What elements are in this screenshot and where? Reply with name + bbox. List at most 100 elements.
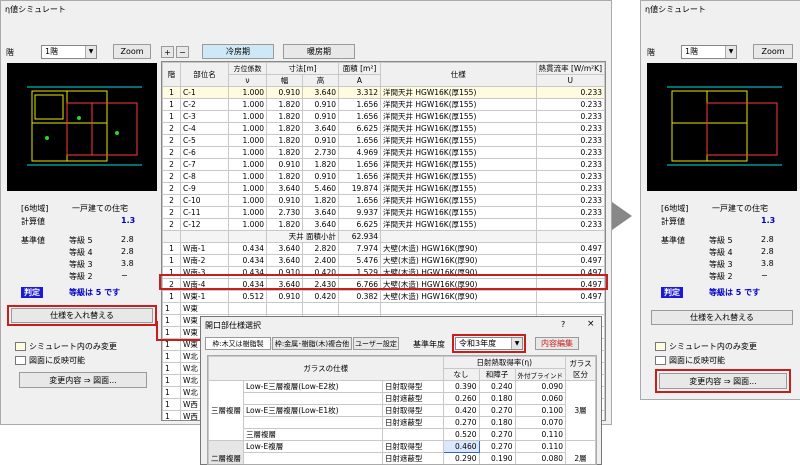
- table-row[interactable]: 2 C-4 1.000 1.820 3.640 6.625 洋間天井 HGW16K(厚155…: [162, 122, 605, 135]
- table-row[interactable]: 1 W東-1 0.512 0.910 0.420 0.382 大壁(木造) HGW16K(厚…: [162, 290, 605, 303]
- solar-value[interactable]: 0.420: [442, 404, 480, 417]
- table-cell: W東: [180, 302, 229, 315]
- right-replace-spec-button[interactable]: 仕様を入れ替える: [651, 310, 793, 325]
- solar-value[interactable]: 0.180: [478, 392, 516, 405]
- tab-wood-resin[interactable]: 枠:木又は樹脂製: [205, 337, 271, 350]
- col-glass: ガラスの仕様: [208, 356, 444, 381]
- close-icon[interactable]: ×: [587, 319, 595, 329]
- glass-row[interactable]: 日射遮蔽型 0.260 0.180 0.060: [209, 392, 596, 405]
- table-cell: 1.000: [228, 182, 267, 195]
- solar-value[interactable]: 0.260: [442, 392, 480, 405]
- table-row[interactable]: 2 C-9 1.000 3.640 5.460 19.874 洋間天井 HGW16K(厚15…: [162, 182, 605, 195]
- col-coef: 方位係数: [228, 62, 267, 75]
- right-window: η値シミュレート 階 1階 ▼ Zoom [6地域] 一戸建ての住宅 計算値 1.…: [640, 0, 800, 400]
- chevron-down-icon[interactable]: ▼: [85, 46, 96, 58]
- table-row[interactable]: 1 C-1 1.000 0.910 3.640 3.312 洋間天井 HGW16K(厚155…: [162, 86, 605, 99]
- glass-table: ガラスの仕様 日射熱取得率(η) ガラス区分 なし 和障子 外付ブラインド 三層…: [207, 355, 597, 465]
- table-cell: 0.910: [302, 170, 339, 183]
- solar-value[interactable]: 0.240: [478, 380, 516, 393]
- glass-row[interactable]: Low-E三層複層(Low-E1枚) 日射取得型 0.420 0.270 0.100: [209, 404, 596, 417]
- table-cell: 洋間天井 HGW16K(厚155): [380, 86, 537, 99]
- glass-spec: Low-E複層: [243, 440, 383, 453]
- col-part: 部位名: [180, 62, 229, 87]
- glass-row[interactable]: 三層複層 0.520 0.270 0.110: [209, 428, 596, 441]
- solar-value[interactable]: 0.390: [442, 380, 480, 393]
- glass-sub: 日射遮蔽型: [381, 392, 444, 405]
- solar-value[interactable]: 0.110: [514, 428, 566, 441]
- right-zoom-button[interactable]: Zoom: [753, 44, 793, 59]
- apply-to-drawing-button[interactable]: 変更内容 ⇒ 図面...: [19, 372, 147, 388]
- table-row[interactable]: 1 C-2 1.000 1.820 0.910 1.656 洋間天井 HGW16K(厚155…: [162, 98, 605, 111]
- table-cell: W南-2: [180, 254, 229, 267]
- table-row[interactable]: 1 W東: [162, 302, 605, 315]
- right-legend-drawing-label: 図面に反映可能: [669, 356, 725, 365]
- table-cell: 3.640: [266, 242, 303, 255]
- table-row[interactable]: 1 C-3 1.000 1.820 0.910 1.656 洋間天井 HGW16K(厚155…: [162, 110, 605, 123]
- table-row[interactable]: 2 C-5 1.000 1.820 0.910 1.656 洋間天井 HGW16K(厚155…: [162, 134, 605, 147]
- right-floor-select-value: 1階: [685, 47, 699, 56]
- table-row[interactable]: 2 C-10 1.000 0.910 1.820 1.656 洋間天井 HGW16K(厚15…: [162, 194, 605, 207]
- table-cell: 1: [162, 110, 181, 123]
- solar-value[interactable]: 0.110: [514, 440, 566, 453]
- right-std-label: 基準値: [661, 236, 685, 245]
- edit-content-button[interactable]: 内容編集: [535, 337, 579, 350]
- table-row[interactable]: 1 W南-2 0.434 3.640 2.400 5.476 大壁(木造) HGW16K(厚…: [162, 254, 605, 267]
- sub-a: A: [338, 74, 381, 87]
- table-row[interactable]: 2 C-8 1.000 1.820 0.910 1.656 洋間天井 HGW16K(厚155…: [162, 170, 605, 183]
- glass-sub: 日射取得型: [381, 404, 444, 417]
- zoom-button[interactable]: Zoom: [113, 44, 151, 59]
- table-row[interactable]: 2 C-6 1.000 1.820 2.730 4.969 洋間天井 HGW16K(厚155…: [162, 146, 605, 159]
- glass-spec: [243, 452, 383, 464]
- tab-cooling[interactable]: 冷房期: [202, 44, 274, 59]
- glass-row[interactable]: 二層複層 Low-E複層 日射取得型 0.460 0.270 0.110 2層: [208, 440, 596, 464]
- solar-value[interactable]: 0.070: [514, 416, 566, 429]
- add-button[interactable]: +: [161, 46, 174, 58]
- glass-row[interactable]: 三層複層 Low-E三層複層(Low-E2枚) 日射取得型 0.390 0.240 0.0…: [208, 380, 596, 441]
- solar-value[interactable]: 0.270: [478, 440, 516, 453]
- solar-value[interactable]: 0.100: [514, 404, 566, 417]
- table-cell: C-8: [180, 170, 229, 183]
- solar-value[interactable]: 0.190: [478, 452, 516, 464]
- grade-2: 等級 2: [69, 272, 93, 281]
- col-u-label: 熱貫流率: [538, 64, 569, 73]
- table-cell: 大壁(木造) HGW16K(厚90): [380, 290, 537, 303]
- solar-value[interactable]: 0.180: [478, 416, 516, 429]
- solar-value[interactable]: 0.460: [442, 440, 480, 453]
- help-icon[interactable]: ?: [561, 320, 565, 329]
- solar-value[interactable]: 0.270: [442, 416, 480, 429]
- highlight-replace: [7, 305, 157, 326]
- table-row[interactable]: 2 C-12 1.000 1.820 3.640 6.625 洋間天井 HGW16K(厚15…: [162, 218, 605, 231]
- glass-row[interactable]: 日射遮蔽型 0.290 0.190 0.080: [209, 452, 596, 464]
- sub-nu: ν: [228, 74, 267, 87]
- table-cell: 1: [162, 410, 181, 420]
- class-3: 3層: [565, 380, 596, 441]
- tab-metal-composite[interactable]: 枠:金属･樹脂(木)複合他: [272, 337, 352, 350]
- solar-value[interactable]: 0.290: [442, 452, 480, 464]
- solar-value[interactable]: 0.270: [478, 404, 516, 417]
- floor-select[interactable]: 1階 ▼: [41, 45, 97, 59]
- table-row[interactable]: 2 C-7 1.000 0.910 1.820 1.656 洋間天井 HGW16K(厚155…: [162, 158, 605, 171]
- solar-value[interactable]: 0.080: [514, 452, 566, 464]
- solar-value[interactable]: 0.060: [514, 392, 566, 405]
- right-floor-select[interactable]: 1階 ▼: [681, 45, 737, 59]
- house-type: 一戸建ての住宅: [72, 204, 128, 213]
- group-triple: 三層複層: [208, 380, 244, 441]
- solar-value[interactable]: 0.270: [478, 428, 516, 441]
- table-cell: C-7: [180, 158, 229, 171]
- glass-row[interactable]: 日射遮蔽型 0.270 0.180 0.070: [209, 416, 596, 429]
- table-cell: 1.000: [228, 206, 267, 219]
- table-cell: 19.874: [338, 182, 381, 195]
- table-row[interactable]: 1 W南-1 0.434 3.640 2.820 7.974 大壁(木造) HGW16K(厚…: [162, 242, 605, 255]
- table-row[interactable]: 2 C-11 1.000 2.730 3.640 9.937 洋間天井 HGW16K(厚15…: [162, 206, 605, 219]
- solar-value[interactable]: 0.520: [442, 428, 480, 441]
- table-cell: C-4: [180, 122, 229, 135]
- tab-warming[interactable]: 暖房期: [283, 44, 355, 59]
- chevron-down-icon[interactable]: ▼: [725, 46, 736, 58]
- solar-value[interactable]: 0.090: [514, 380, 566, 393]
- table-cell: 0.910: [302, 98, 339, 111]
- subtotal-label: 天井 面積小計: [266, 230, 339, 243]
- remove-button[interactable]: −: [176, 46, 189, 58]
- sub-width: 幅: [266, 74, 303, 87]
- tab-user[interactable]: ユーザー設定: [353, 337, 399, 350]
- table-cell: 洋間天井 HGW16K(厚155): [380, 98, 537, 111]
